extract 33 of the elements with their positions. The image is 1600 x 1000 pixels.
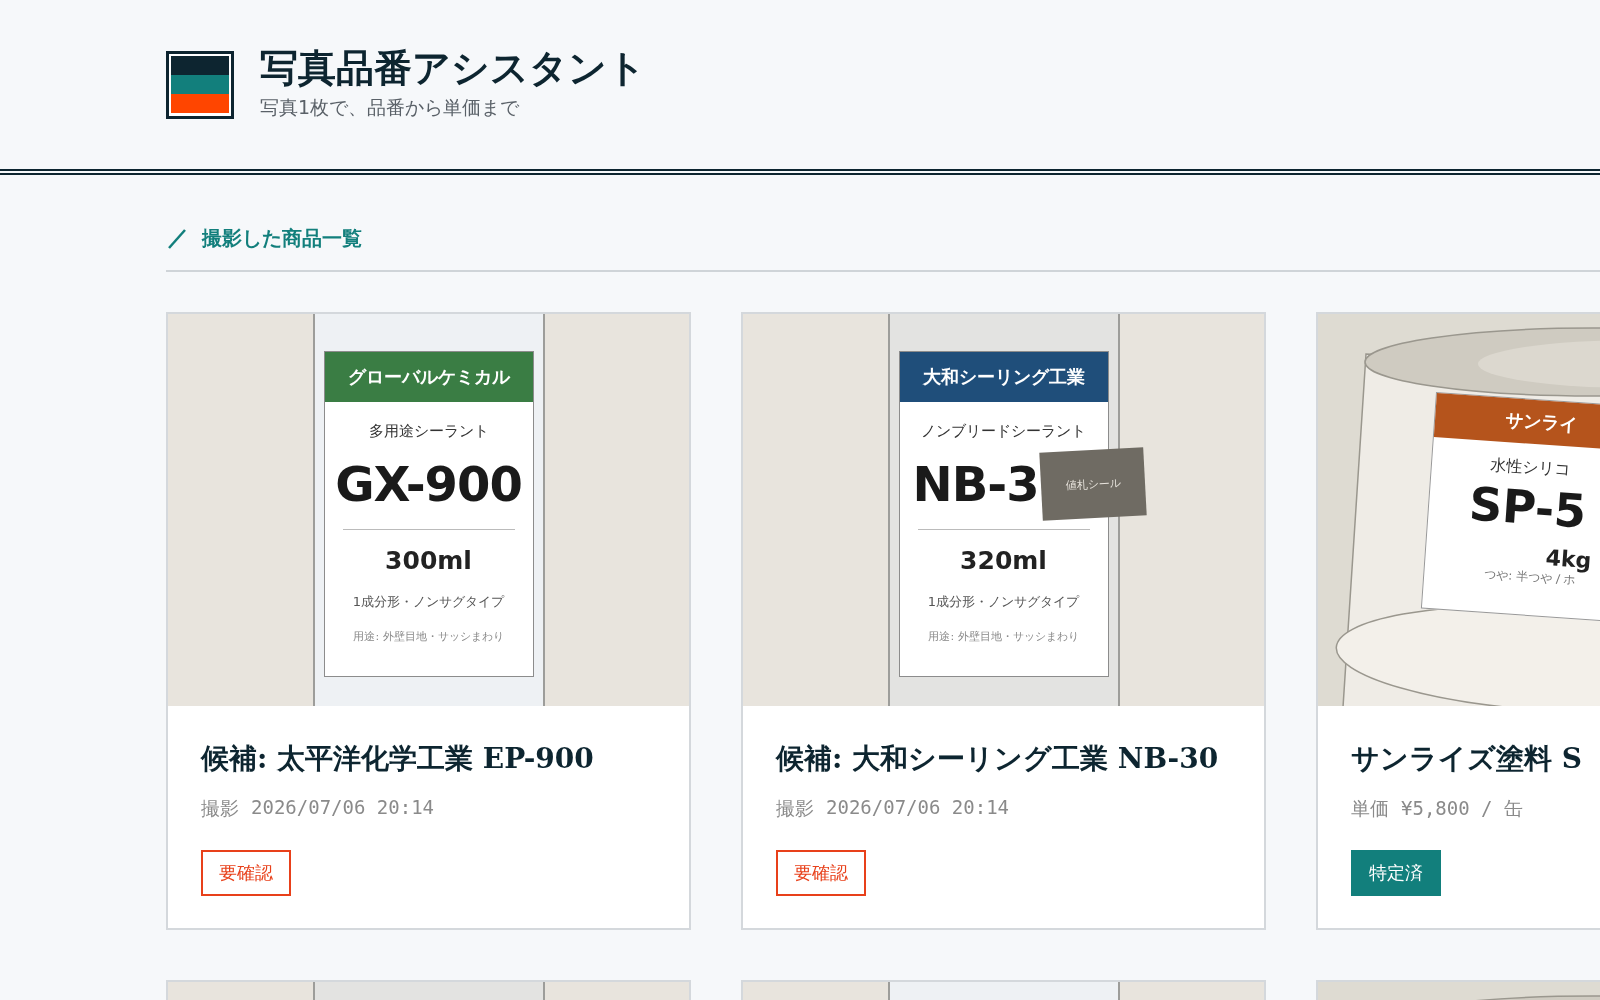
app-title: 写真品番アシスタント: [260, 45, 646, 90]
product-card[interactable]: 大和シーリング工業 ノンブリードシーラント NB-3 値札シール 320ml 1成分形・ノンサグタイプ 用途: 外壁目地・サッシまわり 候補: 大和シーリング工業 NB-30 撮影 2026/07/06 20:14 要確認: [741, 312, 1266, 930]
meta-label: 撮影: [776, 796, 814, 821]
meta-value: ¥5,800 / 缶: [1401, 796, 1523, 821]
spec-text: 1成分形・ノンサグタイプ: [927, 593, 1080, 611]
product-card[interactable]: グローバルケミカル 多用途シーラント GX-900 300ml 1成分形・ノンサグタイプ 用途: 外壁目地・サッシまわり 候補: 太平洋化学工業 EP-900 撮影 2026/07/06 20:14 要確認: [166, 312, 691, 930]
app-subtitle: 写真1枚で、品番から単価まで: [260, 95, 521, 121]
model-number: GX-900: [335, 460, 522, 508]
product-card[interactable]: サンライ 水性シリコ SP-5 4kg つや: 半つや / ホ サンライズ塗料 S 単価 ¥5,800 / 缶 特定済: [1316, 312, 1600, 930]
volume-text: 300ml: [385, 546, 472, 575]
product-type: ノンブリードシーラント: [921, 422, 1086, 441]
status-badge: 要確認: [776, 850, 866, 896]
brand-band: グローバルケミカル: [324, 352, 533, 402]
price-sticker: 値札シール: [1038, 447, 1147, 521]
status-badge: 要確認: [201, 850, 291, 896]
status-badge: 特定済: [1351, 850, 1441, 896]
card-title: 候補: 太平洋化学工業 EP-900: [201, 741, 594, 777]
logo-icon: [166, 50, 234, 119]
card-title: サンライズ塗料 S: [1351, 741, 1582, 777]
meta-value: 2026/07/06 20:14: [251, 796, 435, 820]
usage-text: 用途: 外壁目地・サッシまわり: [928, 629, 1079, 644]
meta-label: 撮影: [201, 796, 239, 821]
model-number: NB-3: [912, 460, 1039, 508]
product-type: 多用途シーラント: [368, 422, 489, 441]
card-title: 候補: 大和シーリング工業 NB-30: [776, 741, 1219, 777]
spec-text: 1成分形・ノンサグタイプ: [352, 593, 505, 611]
section-title: 撮影した商品一覧: [202, 225, 362, 252]
meta-value: 2026/07/06 20:14: [826, 796, 1010, 820]
brand-band: 大和シーリング工業: [899, 352, 1108, 402]
meta-label: 単価: [1351, 796, 1389, 821]
slash-icon: [166, 227, 188, 250]
volume-text: 320ml: [960, 546, 1047, 575]
usage-text: 用途: 外壁目地・サッシまわり: [353, 629, 504, 644]
